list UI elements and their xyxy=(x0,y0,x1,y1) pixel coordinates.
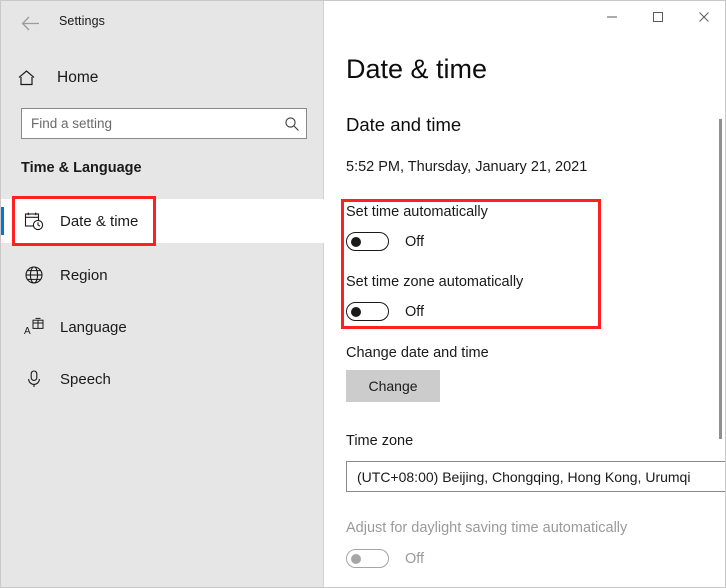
sidebar-item-date-time[interactable]: Date & time xyxy=(1,199,324,243)
maximize-button[interactable] xyxy=(635,1,681,33)
home-icon xyxy=(17,69,51,87)
change-button[interactable]: Change xyxy=(346,370,440,402)
sidebar-item-label-speech: Speech xyxy=(60,370,111,388)
sidebar-item-language[interactable]: A Language xyxy=(1,305,324,349)
set-time-automatically-toggle[interactable] xyxy=(346,232,389,251)
set-time-automatically-state: Off xyxy=(405,233,425,250)
search-input[interactable] xyxy=(22,116,278,131)
timezone-label: Time zone xyxy=(346,433,414,449)
globe-icon xyxy=(19,265,49,285)
current-datetime-text: 5:52 PM, Thursday, January 21, 2021 xyxy=(346,159,588,175)
toggle-knob xyxy=(351,553,361,564)
set-timezone-automatically-state: Off xyxy=(405,303,425,320)
scrollbar-track[interactable] xyxy=(716,1,725,587)
sidebar-group-title: Time & Language xyxy=(21,160,142,176)
sidebar: Settings Home Time & Language xyxy=(1,1,324,587)
sidebar-item-label-language: Language xyxy=(60,318,127,336)
timezone-dropdown[interactable]: (UTC+08:00) Beijing, Chongqing, Hong Kon… xyxy=(346,461,725,492)
sidebar-item-label-home: Home xyxy=(57,69,99,86)
calendar-clock-icon xyxy=(19,211,49,231)
search-icon[interactable] xyxy=(278,116,306,132)
change-date-time-label: Change date and time xyxy=(346,345,489,361)
toggle-knob xyxy=(351,306,361,317)
minimize-button[interactable] xyxy=(589,1,635,33)
daylight-saving-label: Adjust for daylight saving time automati… xyxy=(346,520,628,536)
sidebar-item-region[interactable]: Region xyxy=(1,253,324,297)
page-title: Date & time xyxy=(346,54,488,84)
scrollbar-thumb[interactable] xyxy=(719,119,722,439)
daylight-saving-toggle xyxy=(346,549,389,568)
toggle-knob xyxy=(351,236,361,247)
set-timezone-automatically-toggle[interactable] xyxy=(346,302,389,321)
daylight-saving-row: Off xyxy=(346,549,424,568)
back-arrow-icon[interactable] xyxy=(13,8,47,38)
section-title: Date and time xyxy=(346,114,462,135)
set-timezone-automatically-label: Set time zone automatically xyxy=(346,274,524,290)
set-time-automatically-label: Set time automatically xyxy=(346,204,488,220)
sidebar-titlebar: Settings xyxy=(1,1,324,45)
main-content: Date & time Date and time 5:52 PM, Thurs… xyxy=(325,1,725,587)
language-icon: A xyxy=(19,317,49,337)
set-time-automatically-row[interactable]: Off xyxy=(346,232,424,251)
sidebar-item-label-region: Region xyxy=(60,266,108,284)
svg-text:A: A xyxy=(24,326,31,337)
settings-window: Settings Home Time & Language xyxy=(0,0,726,588)
sidebar-item-home[interactable]: Home xyxy=(1,61,324,95)
window-controls xyxy=(589,1,725,33)
set-timezone-automatically-row[interactable]: Off xyxy=(346,302,424,321)
search-box[interactable] xyxy=(21,108,307,139)
timezone-value: (UTC+08:00) Beijing, Chongqing, Hong Kon… xyxy=(357,468,691,485)
sidebar-item-label-date-time: Date & time xyxy=(60,212,139,230)
sidebar-item-speech[interactable]: Speech xyxy=(1,357,324,401)
selection-accent-bar xyxy=(1,207,4,235)
microphone-icon xyxy=(19,369,49,389)
daylight-saving-state: Off xyxy=(405,550,425,567)
app-title: Settings xyxy=(59,14,105,28)
